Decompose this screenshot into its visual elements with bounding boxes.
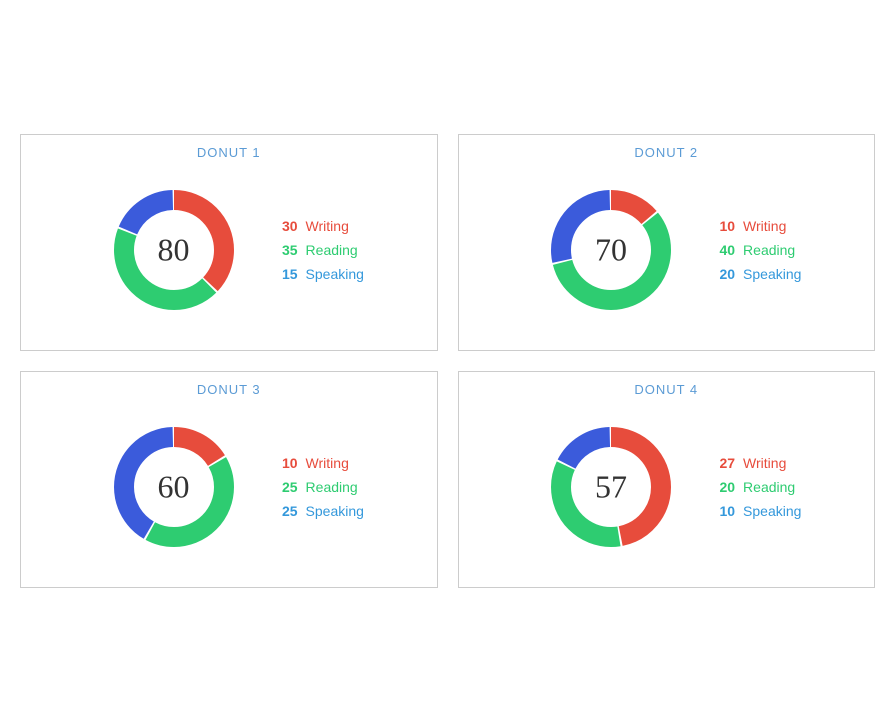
card-donut4: DONUT 4 57 27 Writing 20 Reading 10 Speaking (458, 371, 876, 588)
card-donut3: DONUT 3 60 10 Writing 25 Reading 25 Speaking (20, 371, 438, 588)
legend-label-reading: Reading (306, 242, 358, 258)
body-donut4: 57 27 Writing 20 Reading 10 Speaking (469, 407, 865, 567)
legend-item-reading: 20 Reading (711, 479, 801, 495)
legend-value-writing: 27 (711, 455, 735, 471)
legend-item-writing: 10 Writing (274, 455, 364, 471)
body-donut3: 60 10 Writing 25 Reading 25 Speaking (31, 407, 427, 567)
donut-center-donut1: 80 (158, 232, 190, 269)
legend-donut4: 27 Writing 20 Reading 10 Speaking (711, 455, 801, 519)
legend-value-speaking: 25 (274, 503, 298, 519)
legend-label-writing: Writing (306, 218, 349, 234)
legend-item-reading: 35 Reading (274, 242, 364, 258)
card-donut1: DONUT 1 80 30 Writing 35 Reading 15 Speaking (20, 134, 438, 351)
legend-donut1: 30 Writing 35 Reading 15 Speaking (274, 218, 364, 282)
legend-label-writing: Writing (743, 455, 786, 471)
legend-item-writing: 30 Writing (274, 218, 364, 234)
legend-value-speaking: 20 (711, 266, 735, 282)
legend-label-writing: Writing (306, 455, 349, 471)
legend-label-reading: Reading (743, 242, 795, 258)
legend-label-speaking: Speaking (743, 266, 801, 282)
donut-chart-donut2: 70 (531, 170, 691, 330)
legend-item-speaking: 15 Speaking (274, 266, 364, 282)
legend-donut3: 10 Writing 25 Reading 25 Speaking (274, 455, 364, 519)
legend-item-writing: 10 Writing (711, 218, 801, 234)
body-donut2: 70 10 Writing 40 Reading 20 Speaking (469, 170, 865, 330)
legend-label-speaking: Speaking (743, 503, 801, 519)
legend-label-speaking: Speaking (306, 503, 364, 519)
legend-value-reading: 20 (711, 479, 735, 495)
legend-donut2: 10 Writing 40 Reading 20 Speaking (711, 218, 801, 282)
legend-item-speaking: 10 Speaking (711, 503, 801, 519)
donut-chart-donut1: 80 (94, 170, 254, 330)
legend-label-writing: Writing (743, 218, 786, 234)
legend-item-writing: 27 Writing (711, 455, 801, 471)
donut-center-donut4: 57 (595, 469, 627, 506)
title-donut4: DONUT 4 (634, 382, 698, 397)
legend-label-reading: Reading (306, 479, 358, 495)
title-donut1: DONUT 1 (197, 145, 261, 160)
legend-item-reading: 40 Reading (711, 242, 801, 258)
body-donut1: 80 30 Writing 35 Reading 15 Speaking (31, 170, 427, 330)
legend-value-writing: 10 (711, 218, 735, 234)
legend-value-reading: 35 (274, 242, 298, 258)
legend-label-speaking: Speaking (306, 266, 364, 282)
donut-center-donut2: 70 (595, 232, 627, 269)
title-donut2: DONUT 2 (634, 145, 698, 160)
legend-label-reading: Reading (743, 479, 795, 495)
legend-value-writing: 10 (274, 455, 298, 471)
legend-value-speaking: 10 (711, 503, 735, 519)
title-donut3: DONUT 3 (197, 382, 261, 397)
legend-value-reading: 40 (711, 242, 735, 258)
donut-chart-donut4: 57 (531, 407, 691, 567)
donut-chart-donut3: 60 (94, 407, 254, 567)
donut-center-donut3: 60 (158, 469, 190, 506)
card-donut2: DONUT 2 70 10 Writing 40 Reading 20 Speaking (458, 134, 876, 351)
legend-value-writing: 30 (274, 218, 298, 234)
legend-item-reading: 25 Reading (274, 479, 364, 495)
legend-value-speaking: 15 (274, 266, 298, 282)
main-grid: DONUT 18030Writing35Reading15SpeakingDON… (20, 134, 875, 588)
legend-value-reading: 25 (274, 479, 298, 495)
legend-item-speaking: 20 Speaking (711, 266, 801, 282)
legend-item-speaking: 25 Speaking (274, 503, 364, 519)
